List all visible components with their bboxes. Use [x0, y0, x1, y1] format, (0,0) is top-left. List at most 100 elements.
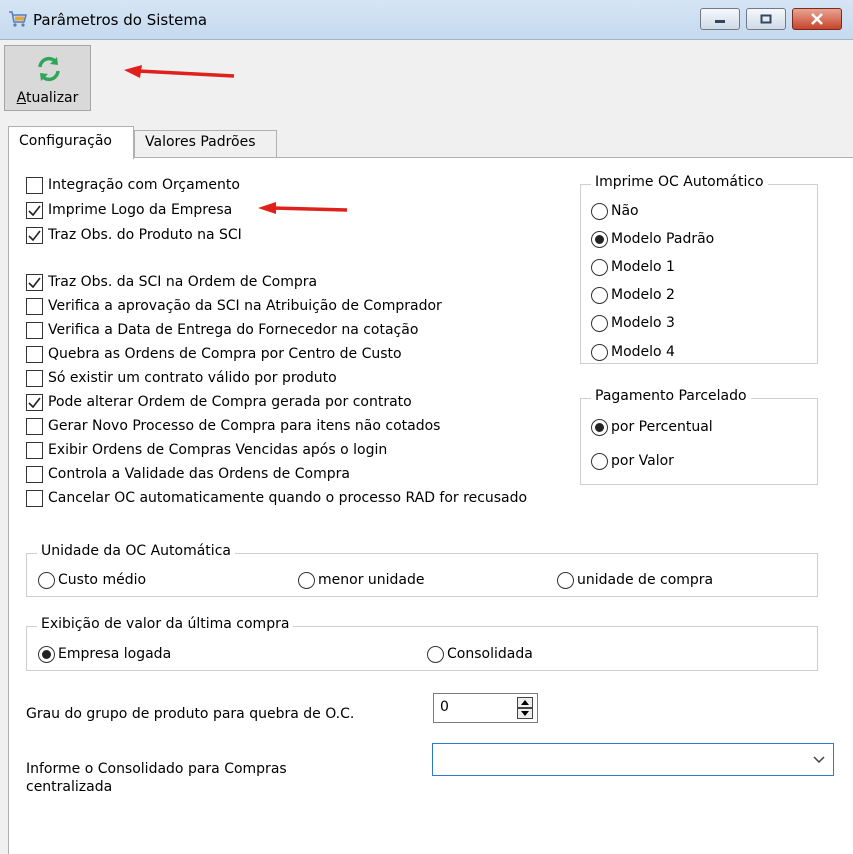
radio-circle[interactable]	[557, 571, 574, 589]
consolidado-select[interactable]	[432, 743, 834, 776]
grau-label: Grau do grupo de produto para quebra de …	[26, 706, 355, 722]
checkbox-box[interactable]	[26, 345, 43, 363]
radio-circle[interactable]	[38, 645, 55, 663]
unidade-radio[interactable]: menor unidade	[298, 570, 425, 590]
radio-label: por Percentual	[611, 419, 713, 435]
imprime_oc-radio[interactable]: Modelo 3	[591, 313, 675, 333]
chevron-down-icon[interactable]	[813, 756, 825, 764]
checkbox-box[interactable]	[26, 226, 43, 244]
close-button[interactable]	[792, 8, 842, 30]
tab-valores-padroes[interactable]: Valores Padrões	[134, 130, 277, 158]
maximize-button[interactable]	[746, 8, 786, 30]
check-icon	[28, 397, 41, 408]
option-checkbox[interactable]: Quebra as Ordens de Compra por Centro de…	[26, 344, 402, 364]
option-checkbox[interactable]: Pode alterar Ordem de Compra gerada por …	[26, 392, 412, 412]
radio-label: Não	[611, 203, 639, 219]
radio-label: Modelo 4	[611, 344, 675, 360]
option-label: Pode alterar Ordem de Compra gerada por …	[48, 394, 412, 410]
radio-label: Modelo 3	[611, 315, 675, 331]
radio-label: menor unidade	[318, 572, 425, 588]
radio-circle[interactable]	[38, 571, 55, 589]
tab-configuracao[interactable]: Configuração	[8, 126, 134, 159]
checkbox-box[interactable]	[26, 417, 43, 435]
checkbox-box[interactable]	[26, 369, 43, 387]
grau-spinner[interactable]: 0	[433, 693, 538, 723]
exibicao-radio[interactable]: Empresa logada	[38, 644, 171, 664]
checkbox-box[interactable]	[26, 176, 43, 194]
checkbox-box[interactable]	[26, 465, 43, 483]
imprime_oc-radio[interactable]: Modelo 2	[591, 285, 675, 305]
spin-down-button[interactable]	[517, 708, 533, 719]
pagamento-radio[interactable]: por Valor	[591, 451, 674, 471]
option-label: Gerar Novo Processo de Compra para itens…	[48, 418, 441, 434]
checkbox-box[interactable]	[26, 297, 43, 315]
consolidado-label-2: centralizada	[26, 779, 113, 795]
option-checkbox[interactable]: Só existir um contrato válido por produt…	[26, 368, 337, 388]
option-checkbox[interactable]: Controla a Validade das Ordens de Compra	[26, 464, 350, 484]
radio-label: unidade de compra	[577, 572, 714, 588]
minimize-button[interactable]	[700, 8, 740, 30]
option-checkbox[interactable]: Traz Obs. da SCI na Ordem de Compra	[26, 272, 317, 292]
exibicao-radio[interactable]: Consolidada	[427, 644, 533, 664]
imprime_oc-radio[interactable]: Modelo Padrão	[591, 229, 714, 249]
refresh-label: Atualizar	[16, 90, 79, 106]
checkbox-box[interactable]	[26, 393, 43, 411]
checkbox-box[interactable]	[26, 321, 43, 339]
option-label: Verifica a aprovação da SCI na Atribuiçã…	[48, 298, 442, 314]
radio-circle[interactable]	[591, 286, 608, 304]
unidade-radio[interactable]: unidade de compra	[557, 570, 713, 590]
radio-label: Consolidada	[447, 646, 533, 662]
option-checkbox[interactable]: Imprime Logo da Empresa	[26, 200, 232, 220]
radio-label: Custo médio	[58, 572, 147, 588]
checkbox-box[interactable]	[26, 441, 43, 459]
radio-circle[interactable]	[591, 258, 608, 276]
grau-value[interactable]: 0	[440, 699, 449, 715]
option-checkbox[interactable]: Traz Obs. do Produto na SCI	[26, 225, 242, 245]
radio-circle[interactable]	[591, 418, 608, 436]
checkbox-box[interactable]	[26, 273, 43, 291]
radio-circle[interactable]	[298, 571, 315, 589]
refresh-icon	[38, 56, 60, 82]
option-checkbox[interactable]: Verifica a Data de Entrega do Fornecedor…	[26, 320, 418, 340]
imprime-oc-title: Imprime OC Automático	[591, 174, 768, 190]
radio-circle[interactable]	[591, 343, 608, 361]
close-icon	[811, 13, 823, 25]
pagamento-radio[interactable]: por Percentual	[591, 417, 713, 437]
pagamento-group: Pagamento Parcelado	[580, 388, 818, 485]
option-checkbox[interactable]: Verifica a aprovação da SCI na Atribuiçã…	[26, 296, 442, 316]
imprime_oc-radio[interactable]: Modelo 4	[591, 342, 675, 362]
cart-icon	[8, 10, 28, 32]
option-checkbox[interactable]: Integração com Orçamento	[26, 175, 240, 195]
triangle-up-icon	[521, 700, 529, 705]
unidade-title: Unidade da OC Automática	[37, 543, 235, 559]
pagamento-title: Pagamento Parcelado	[591, 388, 751, 404]
consolidado-label-1: Informe o Consolidado para Compras	[26, 761, 287, 777]
radio-circle[interactable]	[591, 314, 608, 332]
checkbox-box[interactable]	[26, 489, 43, 507]
option-checkbox[interactable]: Gerar Novo Processo de Compra para itens…	[26, 416, 440, 436]
exibicao-title: Exibição de valor da última compra	[37, 616, 294, 632]
option-label: Exibir Ordens de Compras Vencidas após o…	[48, 442, 388, 458]
spin-up-button[interactable]	[517, 697, 533, 708]
check-icon	[28, 277, 41, 288]
window-title: Parâmetros do Sistema	[33, 11, 208, 29]
unidade-radio[interactable]: Custo médio	[38, 570, 146, 590]
radio-circle[interactable]	[591, 452, 608, 470]
option-label: Integração com Orçamento	[48, 177, 240, 193]
option-label: Imprime Logo da Empresa	[48, 202, 233, 218]
radio-circle[interactable]	[427, 645, 444, 663]
option-label: Traz Obs. do Produto na SCI	[48, 227, 242, 243]
arrow-icon	[124, 65, 235, 78]
checkbox-box[interactable]	[26, 201, 43, 219]
check-icon	[28, 230, 41, 241]
radio-label: Empresa logada	[58, 646, 172, 662]
check-icon	[28, 205, 41, 216]
refresh-button[interactable]: Atualizar	[4, 45, 91, 111]
imprime_oc-radio[interactable]: Não	[591, 201, 639, 221]
triangle-down-icon	[521, 711, 529, 716]
option-checkbox[interactable]: Cancelar OC automaticamente quando o pro…	[26, 488, 527, 508]
radio-circle[interactable]	[591, 202, 608, 220]
option-checkbox[interactable]: Exibir Ordens de Compras Vencidas após o…	[26, 440, 387, 460]
radio-circle[interactable]	[591, 230, 608, 248]
imprime_oc-radio[interactable]: Modelo 1	[591, 257, 675, 277]
